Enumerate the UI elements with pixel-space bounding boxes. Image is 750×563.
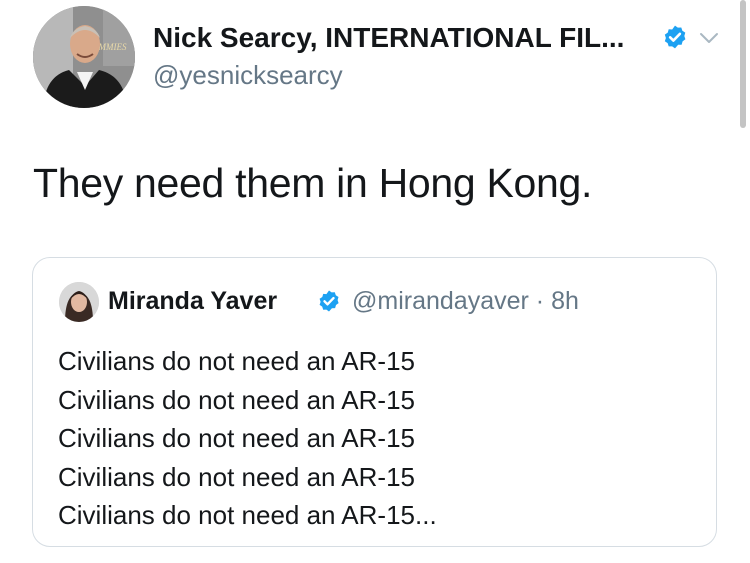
quoted-author-handle[interactable]: @mirandayaver — [352, 287, 529, 315]
quoted-author-meta[interactable]: @mirandayaver · 8h — [352, 287, 579, 316]
author-name[interactable]: Nick Searcy, INTERNATIONAL FIL... — [153, 22, 624, 54]
quoted-tweet-text: Civilians do not need an AR-15 Civilians… — [58, 342, 437, 535]
scrollbar[interactable] — [740, 0, 746, 128]
quoted-tweet-time[interactable]: 8h — [551, 287, 579, 315]
verified-badge-icon — [664, 25, 686, 49]
meta-separator: · — [535, 287, 545, 315]
chevron-down-icon[interactable] — [698, 29, 720, 47]
quoted-tweet-line: Civilians do not need an AR-15 — [58, 384, 416, 415]
quoted-tweet-line: Civilians do not need an AR-15 — [58, 461, 416, 492]
tweet-text: They need them in Hong Kong. — [33, 160, 593, 206]
quoted-tweet-line: Civilians do not need an AR-15 — [58, 346, 416, 376]
verified-badge-icon — [319, 290, 339, 312]
quoted-author-name[interactable]: Miranda Yaver — [108, 287, 277, 316]
quoted-author-avatar[interactable] — [59, 282, 99, 322]
author-handle[interactable]: @yesnicksearcy — [153, 60, 343, 91]
author-avatar[interactable]: EMMIES — [33, 6, 135, 108]
quoted-tweet-line: Civilians do not need an AR-15 — [58, 423, 416, 453]
quoted-tweet-line: Civilians do not need an AR-15... — [58, 500, 437, 530]
